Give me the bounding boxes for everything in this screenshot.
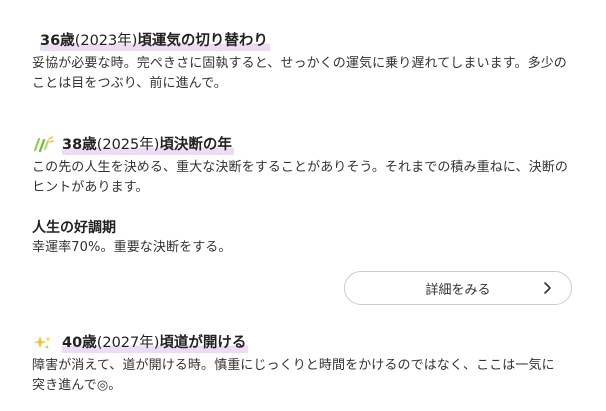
period-age: 36歳 — [40, 33, 75, 49]
period-section-2025: 38歳(2025年)頃決断の年 この先の人生を決める、重大な決断をすることがあり… — [32, 134, 574, 258]
sparkle-lines-icon — [32, 136, 54, 154]
detail-button[interactable]: 詳細をみる — [344, 271, 572, 305]
period-title: 頃決断の年 — [159, 137, 232, 153]
period-description: 妥協が必要な時。完ぺきさに固執すると、せっかくの運気に乗り遅れてしまいます。多少… — [32, 56, 567, 91]
period-year: (2025年) — [96, 137, 160, 153]
sparkle-star-icon — [32, 334, 54, 352]
detail-button-label: 詳細をみる — [425, 282, 491, 298]
chevron-right-icon — [539, 280, 555, 296]
period-description: この先の人生を決める、重大な決断をすることがありそう。それまでの積み重ねに、決断… — [32, 160, 568, 195]
period-year: (2023年) — [74, 33, 138, 49]
period-heading-highlight: 36歳(2023年)頃運気の切り替わり — [40, 31, 270, 51]
period-heading: 36歳(2023年)頃運気の切り替わり — [32, 30, 574, 52]
period-year: (2027年) — [96, 335, 160, 351]
period-age: 38歳 — [62, 137, 97, 153]
period-heading: 38歳(2025年)頃決断の年 — [32, 134, 574, 156]
period-heading-highlight: 38歳(2025年)頃決断の年 — [62, 135, 234, 155]
period-title: 頃道が開ける — [159, 335, 247, 351]
period-title: 頃運気の切り替わり — [137, 33, 268, 49]
period-section-2027: 40歳(2027年)頃道が開ける 障害が消えて、道が開ける時。慎重にじっくりと時… — [32, 332, 574, 396]
peak-description: 幸運率70%。重要な決断をする。 — [32, 240, 232, 255]
period-description: 障害が消えて、道が開ける時。慎重にじっくりと時間をかけるのではなく、ここは一気に… — [32, 358, 555, 393]
period-heading-highlight: 40歳(2027年)頃道が開ける — [62, 333, 249, 353]
period-heading: 40歳(2027年)頃道が開ける — [32, 332, 574, 354]
period-section-2023: 36歳(2023年)頃運気の切り替わり 妥協が必要な時。完ぺきさに固執すると、せ… — [32, 30, 574, 94]
period-age: 40歳 — [62, 335, 97, 351]
peak-title: 人生の好調期 — [32, 220, 116, 236]
